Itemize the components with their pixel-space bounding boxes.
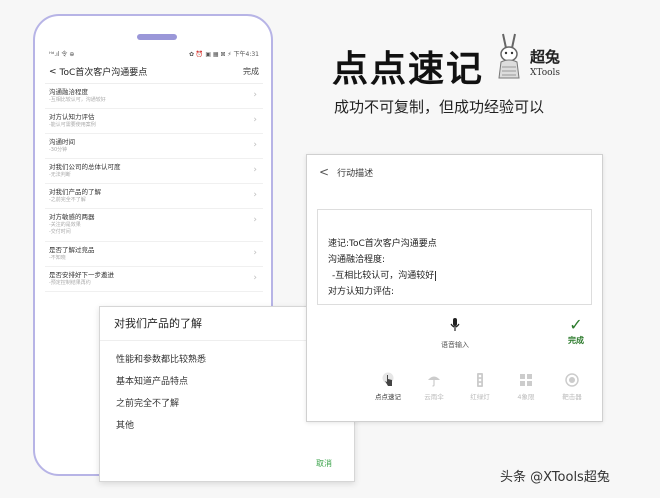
list-item-title: 是否了解过竞品 [49,246,95,254]
list-item[interactable]: 对我们公司的总体认可度 -无法判断 › [45,159,263,184]
option-label: 性能和参数都比较熟悉 [116,355,207,365]
text-caret [435,270,437,281]
card-header: < 行动描述 [307,155,602,189]
list-item-title: 对方认知力评估 [49,113,95,121]
list-item[interactable]: 沟通融洽程度 -互相比较认可，沟通较好 › [45,84,263,109]
back-icon[interactable]: < [49,67,57,77]
done-label: 完成 [568,336,584,345]
card-title: 行动描述 [337,168,374,179]
tool-label: 靶击器 [562,393,582,401]
brand-name-en: XTools [530,68,561,78]
hand-tap-icon [382,372,394,386]
editor-line: 速记:ToC首次客户沟通要点 [328,239,437,249]
phone-speaker [137,34,177,40]
done-button[interactable]: ✓ 完成 [561,317,591,346]
microphone-icon [450,318,460,331]
status-left: ᴴᵈ.ıl 令 ⊕ [49,50,75,58]
chevron-right-icon: › [253,215,257,225]
list-item-value: -之前完全不了解 [49,197,86,203]
list-item-title: 对我们公司的总体认可度 [49,163,121,171]
action-description-card: < 行动描述 速记:ToC首次客户沟通要点 沟通融洽程度: -互相比较认可，沟通… [306,154,603,422]
voice-input-button[interactable]: 语音输入 [429,317,481,350]
list-item-title: 对方敏感的两器 [49,213,95,221]
hero-subtitle: 成功不可复制，但成功经验可以 [334,98,545,116]
list-item-title: 是否安排好下一步邀进 [49,271,114,279]
list-item-value: -无法判断 [49,172,71,178]
editor-line: -互相比较认可，沟通较好 [332,271,435,281]
chevron-right-icon: › [253,165,257,175]
rabbit-logo-icon [498,33,520,79]
target-icon [565,373,579,387]
done-button[interactable]: 完成 [243,66,259,77]
tool-label: 点点速记 [375,393,401,401]
cancel-button[interactable]: 取消 [316,458,332,469]
watermark: 头条 @XTools超兔 [500,470,610,485]
editor-line: 对方认知力评估: [328,287,395,297]
back-icon[interactable]: < [319,165,329,179]
tool-label: 红绿灯 [470,393,490,401]
list-item-value: -不知晓 [49,255,66,261]
option-label: 之前完全不了解 [116,399,180,409]
nav-bar: < ToC首次客户沟通要点 完成 [45,60,263,84]
chevron-right-icon: › [253,190,257,200]
editor-line: 沟通融洽程度: [328,255,386,265]
umbrella-icon [428,376,440,387]
list-item-title: 沟通时间 [49,138,75,146]
list-item-value: -30分钟 [49,147,68,153]
editor-line-cursor: -互相比较认可，沟通较好 [328,268,581,284]
tool-quadrant[interactable]: 4象限 [503,371,549,405]
tool-quick-note[interactable]: 点点速记 [365,371,411,405]
chevron-right-icon: › [253,140,257,150]
tool-umbrella[interactable]: 云雨伞 [411,371,457,405]
list-item-title: 沟通融洽程度 [49,88,88,96]
list-item-title: 对我们产品的了解 [49,188,101,196]
list-item[interactable]: 对方认知力评估 -能认可需要使用案例 › [45,109,263,134]
voice-input-label: 语音输入 [441,341,469,349]
page-title: ToC首次客户沟通要点 [59,68,148,78]
chevron-right-icon: › [253,115,257,125]
tool-traffic-light[interactable]: 红绿灯 [457,371,503,405]
list-item[interactable]: 对方敏感的两器 -关注的是效果 -交付时间 › [45,209,263,242]
list-item[interactable]: 沟通时间 -30分钟 › [45,134,263,159]
option-label: 其他 [116,421,135,431]
hero-title: 点点速记 [332,49,485,90]
brand-name-cn: 超兔 [530,48,561,66]
list-item[interactable]: 是否了解过竞品 -不知晓 › [45,242,263,267]
list-item[interactable]: 是否安排好下一步邀进 -预定控制结果再约 › [45,267,263,292]
tool-bar: 点点速记 云雨伞 红绿灯 4象限 靶击器 [365,371,595,405]
chevron-right-icon: › [253,273,257,283]
tool-target[interactable]: 靶击器 [549,371,595,405]
tool-label: 4象限 [517,393,535,401]
chevron-right-icon: › [253,90,257,100]
quadrant-icon [520,374,532,386]
list-item-value: -交付时间 [49,229,71,235]
tool-label: 云雨伞 [424,393,444,401]
list-item-value: -能认可需要使用案例 [49,122,96,128]
chevron-right-icon: › [253,248,257,258]
list-item[interactable]: 对我们产品的了解 -之前完全不了解 › [45,184,263,209]
option-label: 基本知道产品特点 [116,377,189,387]
status-right: ✿ ⏰ ▣ ▦ ⊠ ⚡ 下午4:31 [189,50,259,58]
traffic-light-icon [477,373,483,387]
status-bar: ᴴᵈ.ıl 令 ⊕ ✿ ⏰ ▣ ▦ ⊠ ⚡ 下午4:31 [45,46,263,60]
list-item-value: -互相比较认可，沟通较好 [49,97,106,103]
list-item-value: -预定控制结果再约 [49,280,91,286]
description-textarea[interactable]: 速记:ToC首次客户沟通要点 沟通融洽程度: -互相比较认可，沟通较好 对方认知… [317,209,592,305]
list-item-value: -关注的是效果 [49,222,81,228]
checkmark-icon: ✓ [569,315,583,334]
